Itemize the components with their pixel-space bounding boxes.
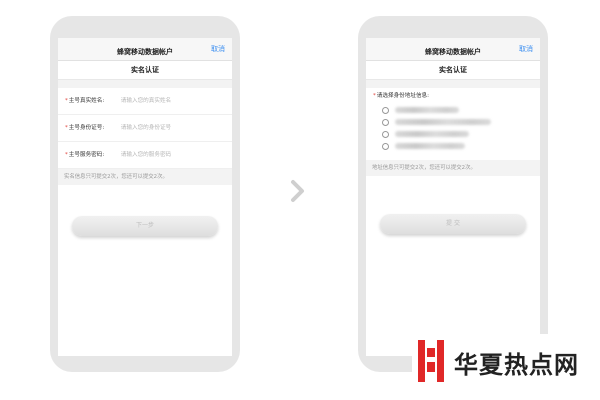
radio-unchecked-icon[interactable] <box>382 130 389 138</box>
screen-left: 蜂窝移动数据帐户 取消 实名认证 *主号真实姓名: 请输入您的真实姓名 *主号身份… <box>58 38 232 356</box>
id-field-row[interactable]: *主号身份证号: 请输入您的身份证号 <box>58 115 232 142</box>
required-mark: * <box>65 152 68 158</box>
required-mark: * <box>65 125 68 131</box>
name-field-row[interactable]: *主号真实姓名: 请输入您的真实姓名 <box>58 88 232 115</box>
screen-right: 蜂窝移动数据帐户 取消 实名认证 *请选择身份地址信息: 地址信息只可提交2次，… <box>366 38 540 356</box>
navbar: 蜂窝移动数据帐户 取消 <box>58 38 232 61</box>
password-field-row[interactable]: *主号服务密码: 请输入您的服务密码 <box>58 142 232 169</box>
address-prompt: *请选择身份地址信息: <box>366 88 540 104</box>
id-input[interactable]: 请输入您的身份证号 <box>121 125 171 131</box>
spacer <box>58 80 232 88</box>
canvas: 蜂窝移动数据帐户 取消 实名认证 *主号真实姓名: 请输入您的真实姓名 *主号身份… <box>0 0 600 400</box>
submit-button[interactable]: 提 交 <box>380 214 526 234</box>
watermark: 华夏热点网 <box>412 334 598 388</box>
redacted-address <box>395 107 459 113</box>
radio-unchecked-icon[interactable] <box>382 142 389 150</box>
redacted-address <box>395 119 491 125</box>
page-title: 实名认证 <box>58 61 232 80</box>
phone-right: 蜂窝移动数据帐户 取消 实名认证 *请选择身份地址信息: 地址信息只可提交2次，… <box>358 16 548 372</box>
submit-limit-note: 地址信息只可提交2次，您还可以提交2次。 <box>366 160 540 176</box>
name-label: 主号真实姓名: <box>68 98 105 104</box>
navbar: 蜂窝移动数据帐户 取消 <box>366 38 540 61</box>
radio-unchecked-icon[interactable] <box>382 118 389 126</box>
nav-title: 蜂窝移动数据帐户 <box>117 48 173 56</box>
phone-left: 蜂窝移动数据帐户 取消 实名认证 *主号真实姓名: 请输入您的真实姓名 *主号身份… <box>50 16 240 372</box>
password-label: 主号服务密码: <box>68 152 105 158</box>
brand-logo-icon <box>418 340 444 382</box>
spacer <box>366 80 540 88</box>
password-input[interactable]: 请输入您的服务密码 <box>121 152 171 158</box>
address-prompt-text: 请选择身份地址信息: <box>376 93 430 99</box>
radio-unchecked-icon[interactable] <box>382 106 389 114</box>
address-option[interactable] <box>382 116 540 128</box>
page-title: 实名认证 <box>366 61 540 80</box>
address-option[interactable] <box>382 128 540 140</box>
required-mark: * <box>373 93 376 99</box>
submit-limit-note: 实名信息只可提交2次，您还可以提交2次。 <box>58 169 232 185</box>
nav-title: 蜂窝移动数据帐户 <box>425 48 481 56</box>
required-mark: * <box>65 98 68 104</box>
address-option[interactable] <box>382 140 540 152</box>
name-input[interactable]: 请输入您的真实姓名 <box>121 98 171 104</box>
watermark-text: 华夏热点网 <box>454 351 579 379</box>
address-option-list <box>366 104 540 152</box>
cancel-button[interactable]: 取消 <box>519 38 533 60</box>
address-option[interactable] <box>382 104 540 116</box>
next-button[interactable]: 下一步 <box>72 216 218 236</box>
cancel-button[interactable]: 取消 <box>211 38 225 60</box>
redacted-address <box>395 131 469 137</box>
redacted-address <box>395 143 465 149</box>
chevron-right-icon <box>291 180 304 202</box>
id-label: 主号身份证号: <box>68 125 105 131</box>
